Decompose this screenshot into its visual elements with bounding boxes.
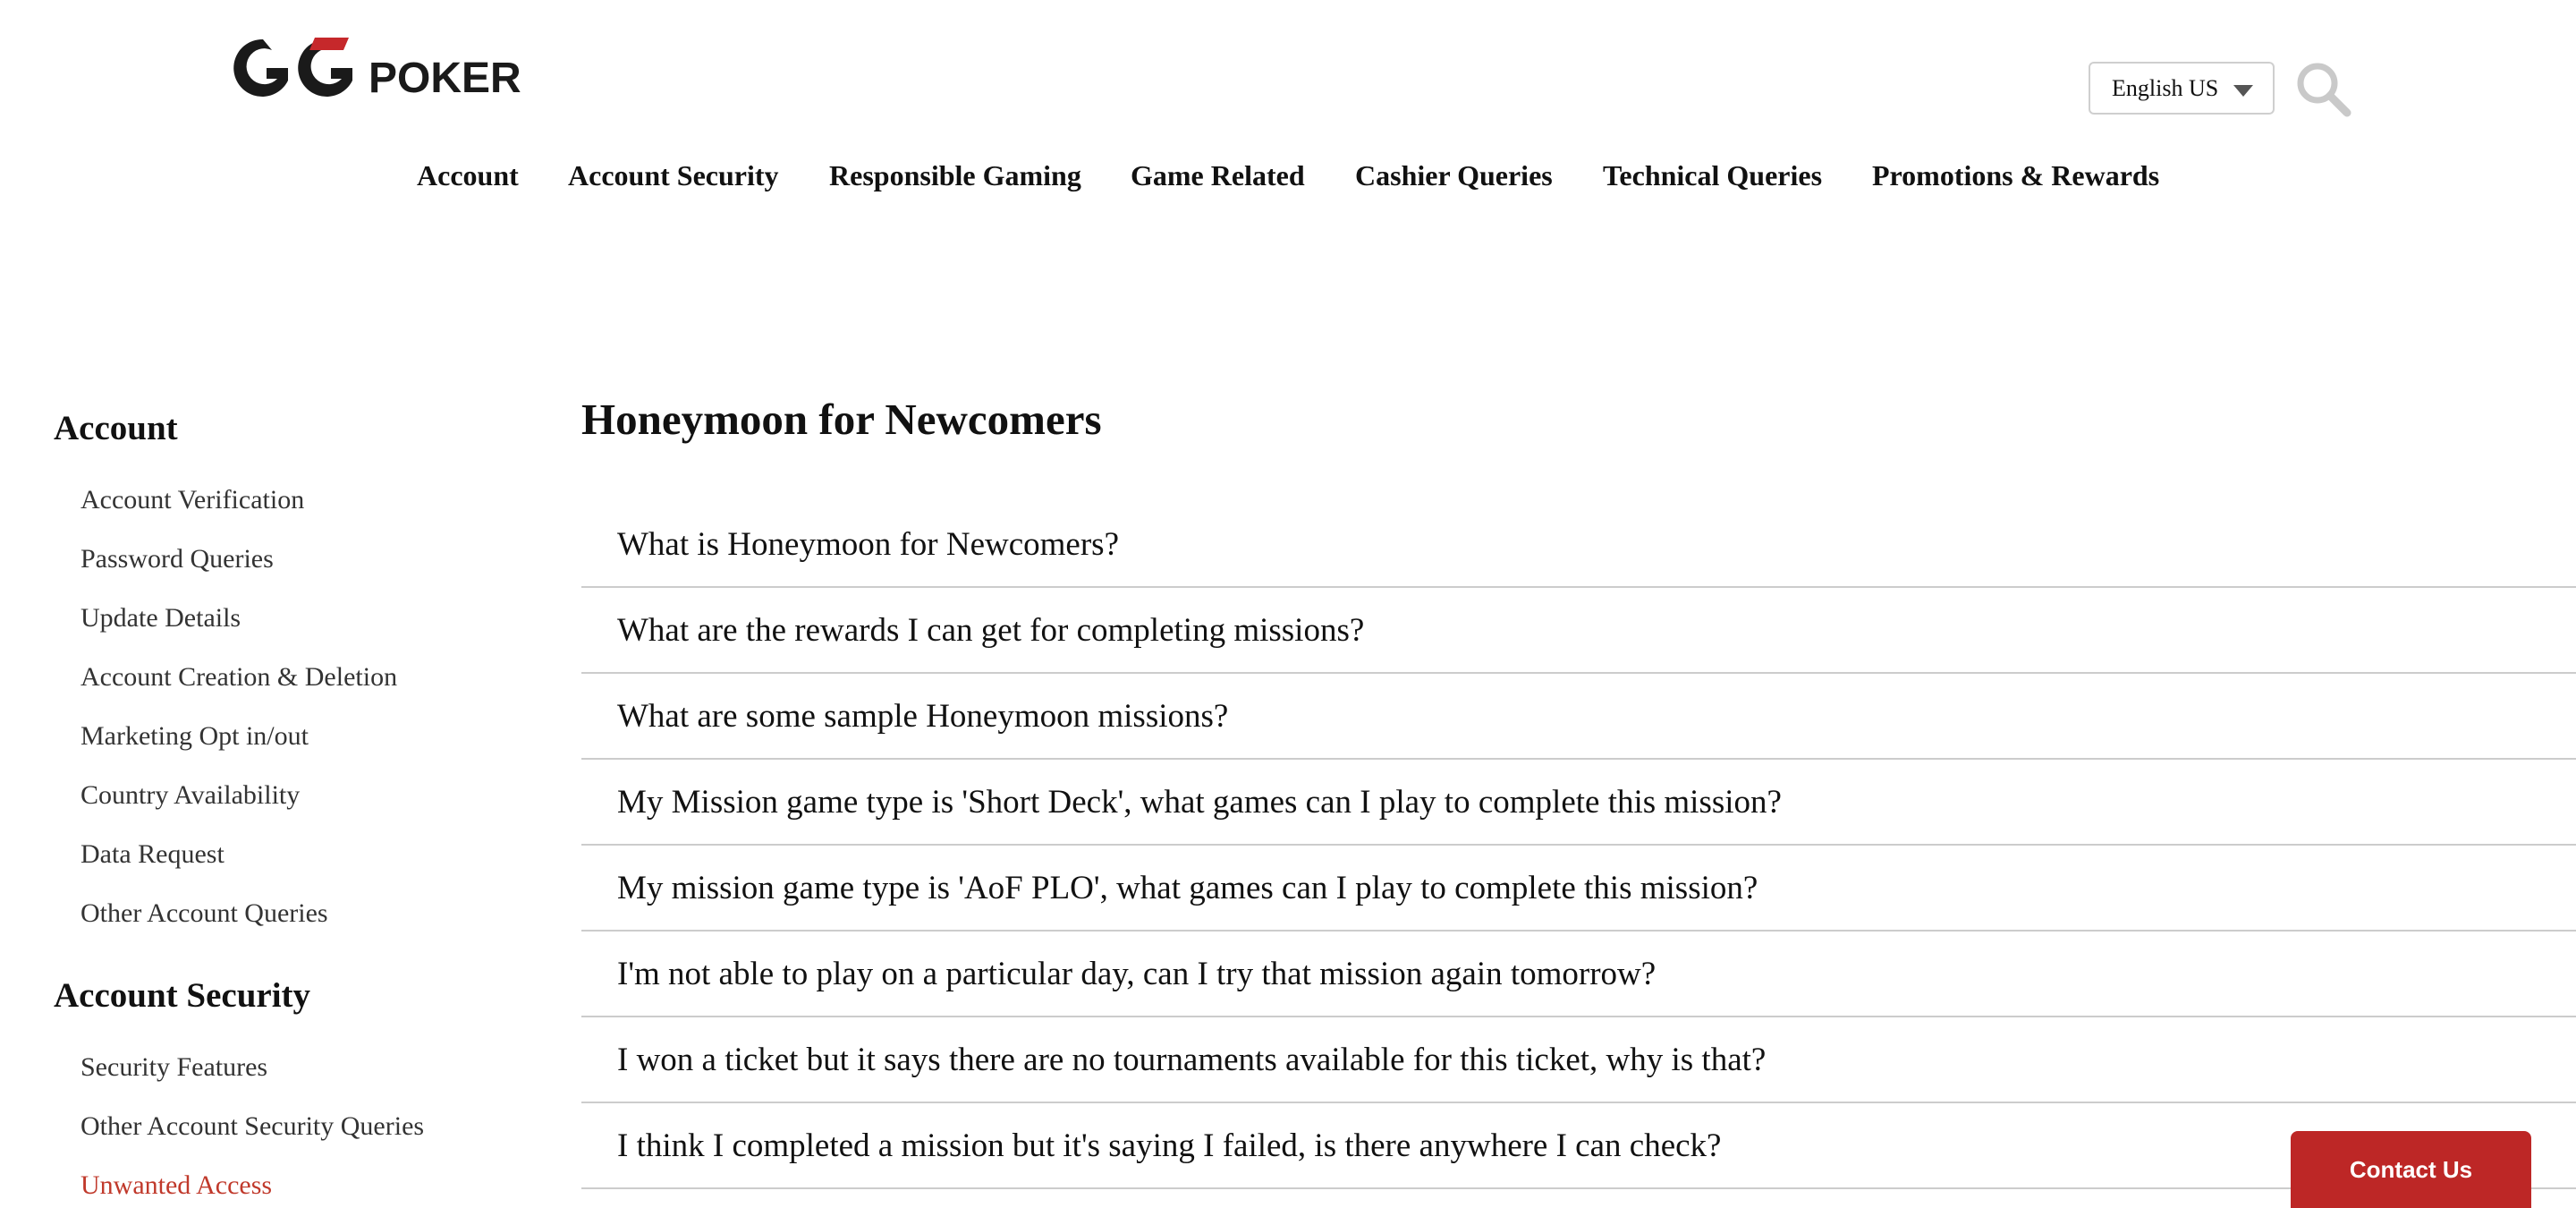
sidebar-item-account-creation[interactable]: Account Creation & Deletion bbox=[80, 662, 397, 693]
faq-item[interactable]: My Mission game type is 'Short Deck', wh… bbox=[581, 760, 2576, 846]
sidebar-item-other-account[interactable]: Other Account Queries bbox=[80, 898, 328, 929]
sidebar-item-unwanted-access[interactable]: Unwanted Access bbox=[80, 1170, 272, 1201]
faq-item[interactable]: I won a ticket but it says there are no … bbox=[581, 1017, 2576, 1103]
nav-technical-queries[interactable]: Technical Queries bbox=[1603, 159, 1822, 192]
sidebar-heading-account-security[interactable]: Account Security bbox=[54, 975, 310, 1016]
nav-promotions-rewards[interactable]: Promotions & Rewards bbox=[1872, 159, 2159, 192]
sidebar-item-security-features[interactable]: Security Features bbox=[80, 1052, 267, 1083]
nav-account-security[interactable]: Account Security bbox=[568, 159, 779, 192]
faq-item[interactable]: My mission game type is 'AoF PLO', what … bbox=[581, 846, 2576, 932]
search-button[interactable] bbox=[2295, 61, 2352, 118]
language-select[interactable]: English US bbox=[2089, 62, 2275, 115]
sidebar-item-data-request[interactable]: Data Request bbox=[80, 839, 225, 870]
faq-item[interactable]: What are the rewards I can get for compl… bbox=[581, 588, 2576, 674]
faq-item[interactable]: What is Honeymoon for Newcomers? bbox=[581, 502, 2576, 588]
chevron-down-icon bbox=[2233, 85, 2253, 97]
faq-item[interactable]: What are some sample Honeymoon missions? bbox=[581, 674, 2576, 760]
nav-cashier-queries[interactable]: Cashier Queries bbox=[1355, 159, 1553, 192]
sidebar-item-password-queries[interactable]: Password Queries bbox=[80, 544, 274, 574]
faq-item[interactable]: I think I completed a mission but it's s… bbox=[581, 1103, 2576, 1189]
nav-account[interactable]: Account bbox=[417, 159, 519, 192]
logo-wordmark: POKER bbox=[369, 55, 521, 102]
sidebar-heading-account[interactable]: Account bbox=[54, 408, 178, 448]
nav-game-related[interactable]: Game Related bbox=[1131, 159, 1305, 192]
sidebar-item-account-verification[interactable]: Account Verification bbox=[80, 485, 304, 515]
sidebar-item-marketing-opt[interactable]: Marketing Opt in/out bbox=[80, 721, 309, 752]
page-title: Honeymoon for Newcomers bbox=[581, 395, 1102, 444]
faq-item[interactable]: I'm not able to play on a particular day… bbox=[581, 932, 2576, 1017]
language-value: English US bbox=[2112, 74, 2219, 101]
sidebar-item-other-security[interactable]: Other Account Security Queries bbox=[80, 1111, 424, 1142]
contact-us-button[interactable]: Contact Us bbox=[2291, 1131, 2531, 1208]
sidebar-item-country-availability[interactable]: Country Availability bbox=[80, 780, 300, 811]
sidebar-item-update-details[interactable]: Update Details bbox=[80, 603, 241, 634]
gg-poker-logo[interactable]: POKER bbox=[227, 32, 531, 104]
search-icon bbox=[2297, 63, 2351, 117]
nav-responsible-gaming[interactable]: Responsible Gaming bbox=[829, 159, 1081, 192]
